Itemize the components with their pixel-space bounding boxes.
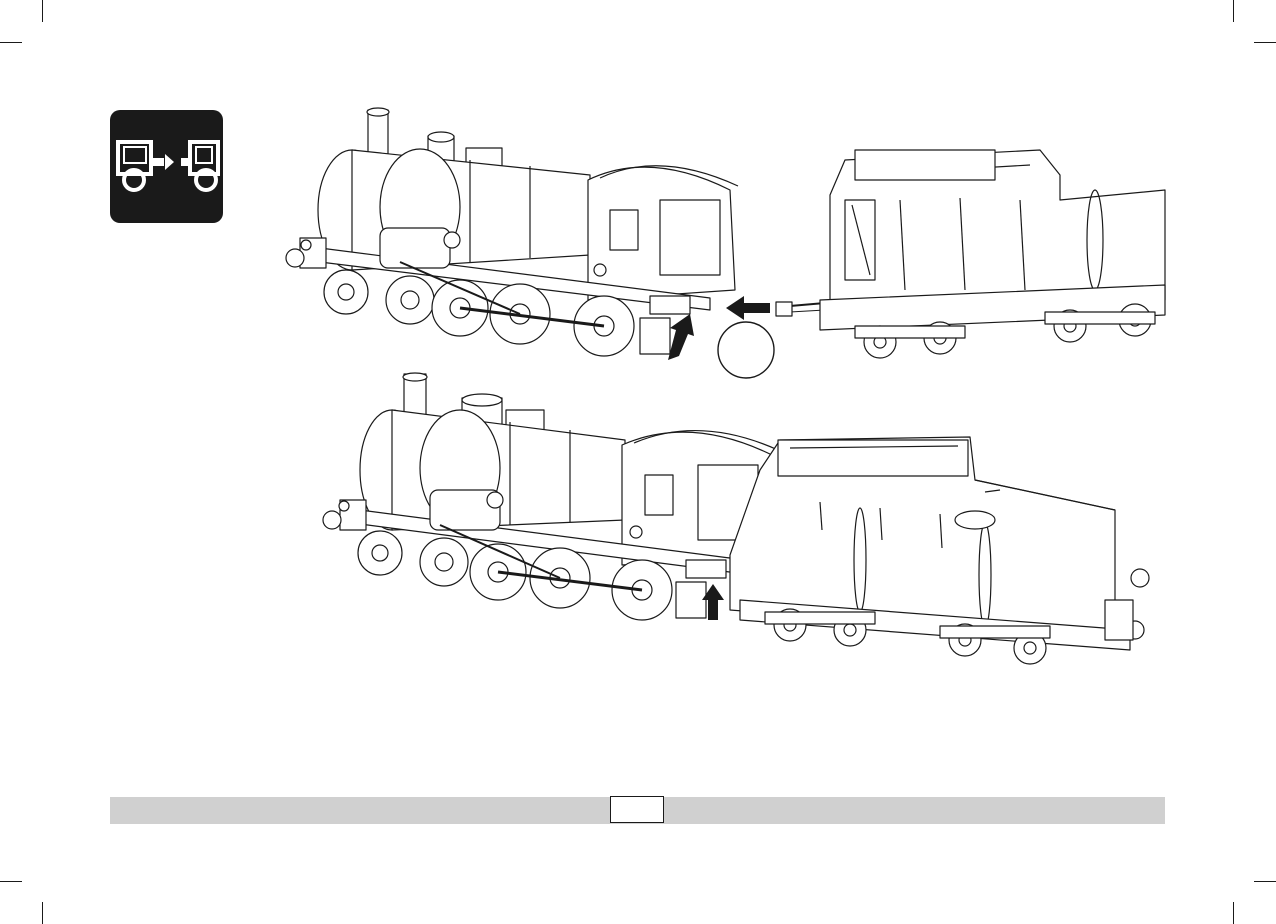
assembly-illustration	[285, 107, 1166, 665]
tender-top	[775, 149, 1166, 359]
arrow-up-to-connector	[668, 314, 694, 360]
arrow-left-insert-cable	[726, 296, 770, 320]
page-number	[610, 796, 664, 823]
tender-bottom	[729, 436, 1150, 665]
step-circle	[717, 321, 775, 379]
locomotive-top	[285, 107, 739, 357]
locomotive-bottom	[322, 372, 779, 621]
